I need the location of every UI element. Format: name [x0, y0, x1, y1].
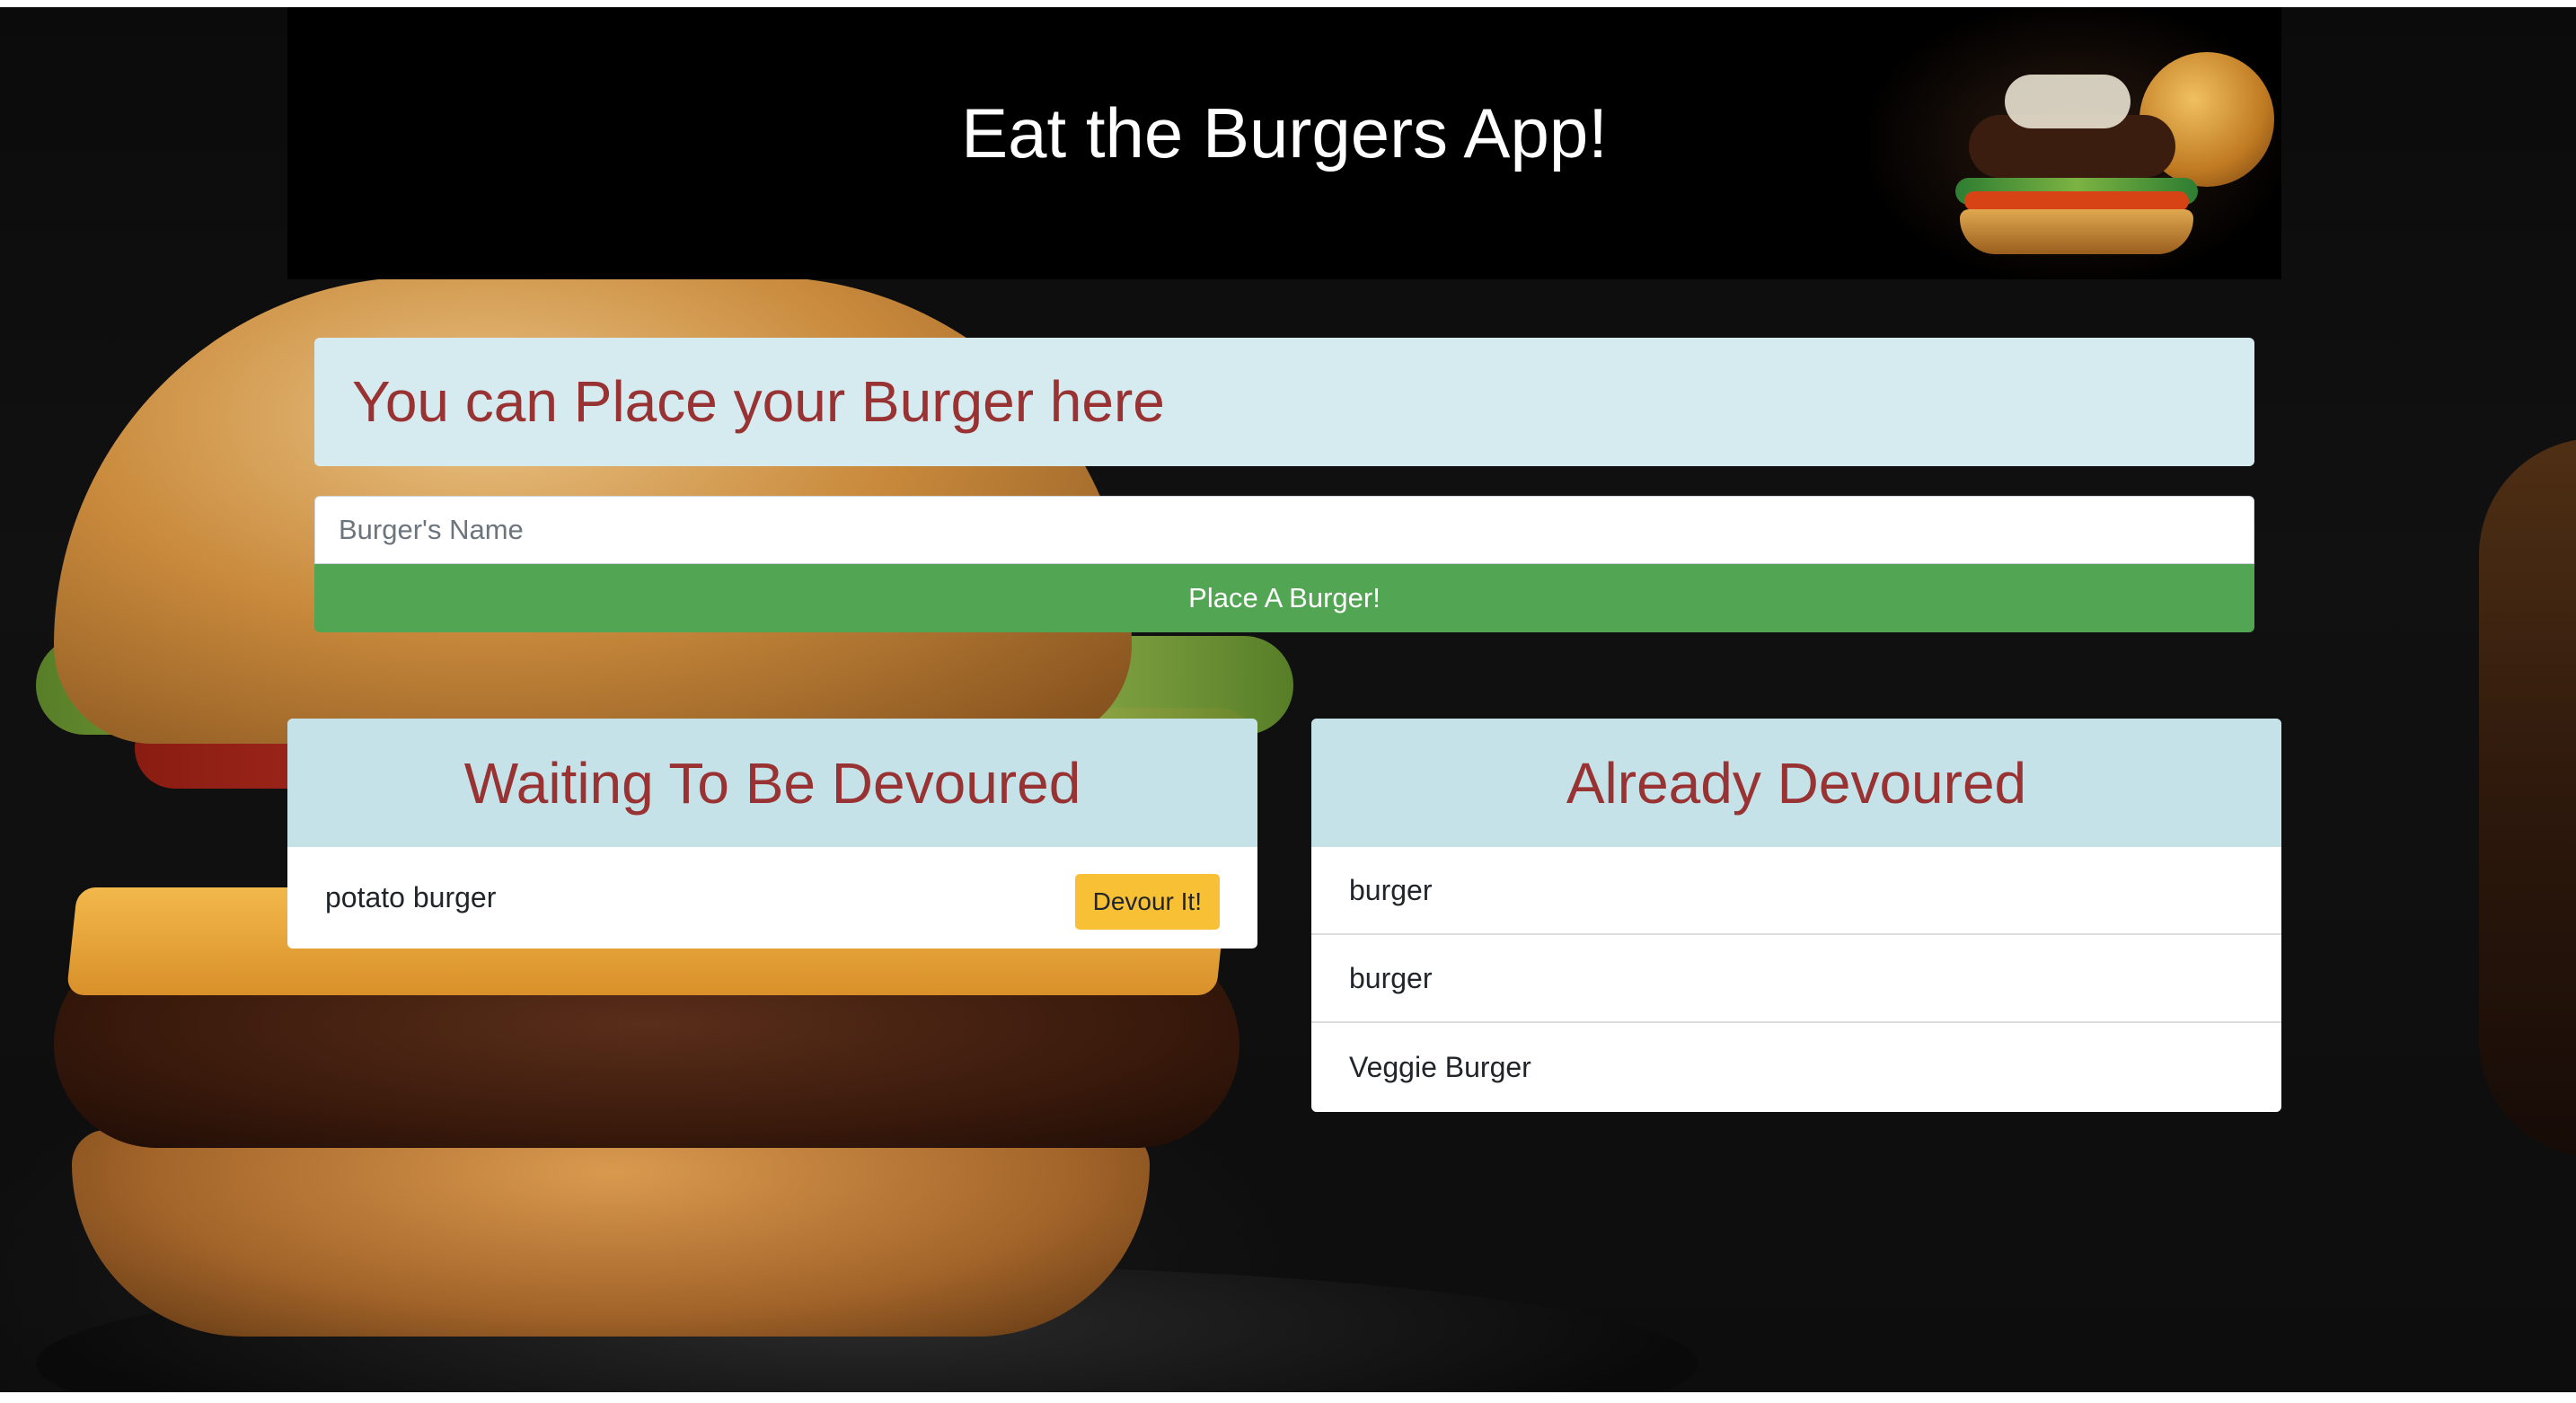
list-item: burger: [1311, 847, 2281, 935]
logo-tomato: [1964, 191, 2189, 211]
place-burger-heading: You can Place your Burger here: [352, 369, 1165, 434]
devour-button[interactable]: Devour It!: [1074, 873, 1220, 930]
burger-name: burger: [1349, 873, 1433, 906]
list-item: burger: [1311, 935, 2281, 1023]
bun-bottom-shape: [72, 1130, 1150, 1337]
burger-name: burger: [1349, 961, 1433, 994]
devoured-card: Already Devoured burger burger Veggie Bu…: [1311, 719, 2281, 1112]
place-burger-button[interactable]: Place A Burger!: [314, 564, 2254, 632]
place-burger-banner: You can Place your Burger here: [314, 338, 2254, 466]
burger-name-input[interactable]: [314, 496, 2254, 564]
devoured-title: Already Devoured: [1566, 750, 2027, 816]
logo-sauce: [2005, 75, 2130, 128]
list-item: Veggie Burger: [1311, 1023, 2281, 1111]
logo-bun-bottom: [1960, 209, 2193, 254]
edge-burger-shape: [2479, 438, 2576, 1157]
burger-name: potato burger: [325, 881, 497, 913]
list-item: potato burger Devour It!: [287, 847, 1257, 949]
waiting-list: potato burger Devour It!: [287, 847, 1257, 949]
plate-shape: [36, 1265, 1698, 1392]
devoured-list: burger burger Veggie Burger: [1311, 847, 2281, 1111]
burger-name: Veggie Burger: [1349, 1050, 1531, 1083]
burger-logo-image: [1870, 7, 2281, 279]
app-header: Eat the Burgers App!: [287, 7, 2281, 279]
waiting-card-header: Waiting To Be Devoured: [287, 719, 1257, 847]
waiting-title: Waiting To Be Devoured: [463, 750, 1081, 816]
patty-shape: [54, 941, 1239, 1148]
devoured-card-header: Already Devoured: [1311, 719, 2281, 847]
waiting-card: Waiting To Be Devoured potato burger Dev…: [287, 719, 1257, 949]
